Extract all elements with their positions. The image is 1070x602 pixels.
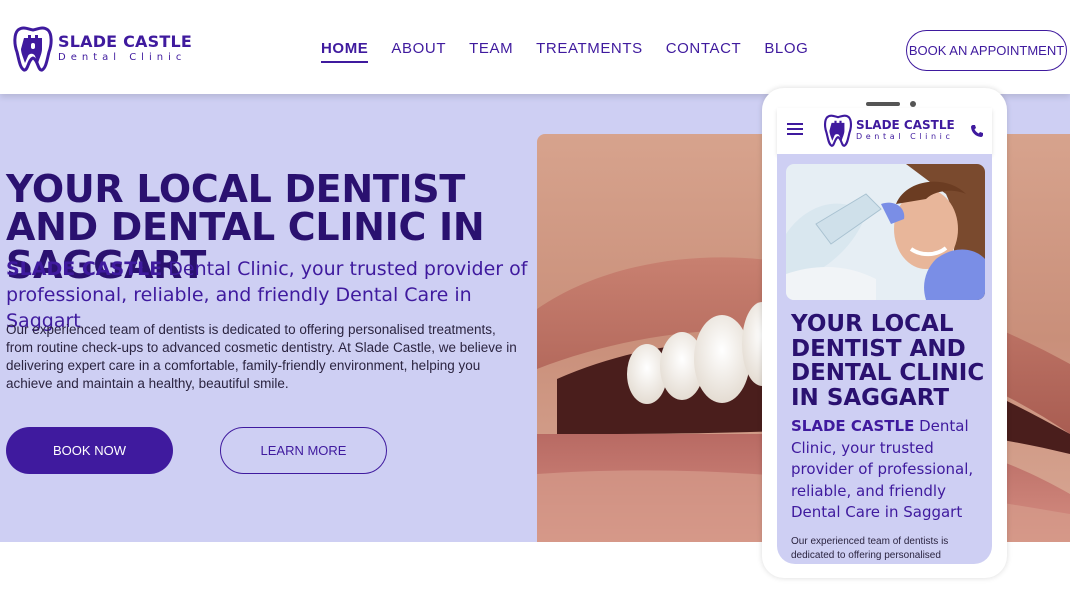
hero-description: Our experienced team of dentists is dedi… bbox=[6, 322, 517, 391]
nav-team[interactable]: TEAM bbox=[469, 40, 513, 57]
mobile-header: SLADE CASTLE Dental Clinic bbox=[777, 108, 992, 154]
learn-more-button[interactable]: LEARN MORE bbox=[220, 427, 387, 474]
brand-tagline: Dental Clinic bbox=[58, 52, 187, 63]
phone-camera bbox=[910, 101, 916, 107]
mobile-brand-name: SLADE CASTLE bbox=[856, 118, 955, 132]
tooth-castle-icon bbox=[13, 26, 53, 72]
site-header: SLADE CASTLE Dental Clinic HOME ABOUT TE… bbox=[0, 0, 1070, 94]
book-appointment-button[interactable]: BOOK AN APPOINTMENT bbox=[906, 30, 1067, 71]
hamburger-icon[interactable] bbox=[787, 122, 803, 136]
nav-about[interactable]: ABOUT bbox=[391, 40, 446, 57]
tooth-castle-icon bbox=[823, 114, 853, 147]
mobile-brand-logo[interactable]: SLADE CASTLE Dental Clinic bbox=[823, 111, 955, 149]
mobile-hero-description: Our experienced team of dentists is dedi… bbox=[791, 536, 949, 561]
book-now-button[interactable]: BOOK NOW bbox=[6, 427, 173, 474]
mobile-hero-subtitle: SLADE CASTLE Dental Clinic, your trusted… bbox=[791, 417, 974, 521]
phone-speaker bbox=[866, 102, 900, 106]
nav-treatments[interactable]: TREATMENTS bbox=[536, 40, 643, 57]
nav-home[interactable]: HOME bbox=[321, 40, 369, 63]
brand-name: SLADE CASTLE bbox=[58, 32, 192, 51]
mobile-hero-title: YOUR LOCAL DENTIST AND DENTAL CLINIC IN … bbox=[791, 311, 985, 411]
nav-blog[interactable]: BLOG bbox=[764, 40, 808, 57]
main-nav: HOME ABOUT TEAM TREATMENTS CONTACT BLOG bbox=[321, 40, 808, 63]
brand-logo[interactable]: SLADE CASTLE Dental Clinic bbox=[12, 24, 192, 72]
mobile-hero: YOUR LOCAL DENTIST AND DENTAL CLINIC IN … bbox=[777, 154, 992, 564]
nav-contact[interactable]: CONTACT bbox=[666, 40, 742, 57]
mobile-brand-tagline: Dental Clinic bbox=[856, 132, 954, 141]
mobile-hero-image bbox=[786, 164, 985, 300]
mobile-preview: SLADE CASTLE Dental Clinic YOUR LOCAL DE… bbox=[762, 88, 1007, 578]
phone-icon[interactable] bbox=[970, 124, 984, 138]
